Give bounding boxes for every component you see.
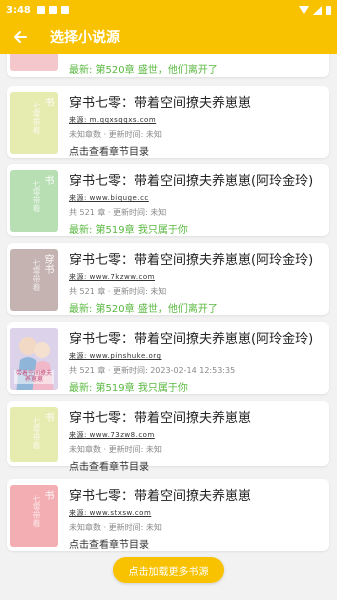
source-list[interactable]: 最新: 第520章 盛世，他们离开了 书七零带着 穿书七零：带着空间撩夫养崽崽 来源… bbox=[0, 54, 337, 600]
book-title: 穿书七零：带着空间撩夫养崽崽 bbox=[69, 411, 252, 426]
book-info: 穿书七零：带着空间撩夫养崽崽来源: www.stxsw.com 未知章数 · 更新… bbox=[69, 485, 325, 551]
cover-label: 书 bbox=[42, 412, 53, 422]
list-item[interactable]: 最新: 第520章 盛世，他们离开了 bbox=[7, 54, 329, 77]
book-meta: 未知章数 · 更新时间: 未知 bbox=[69, 523, 162, 532]
book-info: 穿书七零：带着空间撩夫养崽崽(阿玲金玲) 来源: www.biquge.cc 共 5… bbox=[69, 170, 325, 236]
book-source: 来源: m.qqxsqqxs.com bbox=[69, 116, 157, 124]
cover-label: 书 bbox=[42, 490, 53, 500]
cover-sublabel: 七零带着 bbox=[32, 417, 41, 449]
notification-icon bbox=[60, 6, 69, 14]
list-item[interactable]: 书七零带着 穿书七零：带着空间撩夫养崽崽 来源: m.qqxsqqxs.com 未知章… bbox=[7, 86, 329, 158]
cover-sublabel: 七零带着 bbox=[32, 495, 41, 527]
book-cover: 书七零带着 bbox=[10, 92, 58, 154]
list-item[interactable]: 书七零带着 穿书七零：带着空间撩夫养崽崽 来源: www.73zw8.com 未知章数… bbox=[7, 401, 329, 473]
list-item[interactable]: 穿书 七零带着 穿书七零：带着空间撩夫养崽崽(阿玲金玲) 来源: www.7kzww.… bbox=[7, 243, 329, 315]
book-title: 穿书七零：带着空间撩夫养崽崽(阿玲金玲) bbox=[69, 253, 314, 268]
view-chapters-link: 点击查看章节目录 bbox=[69, 462, 149, 473]
book-title: 穿书七零：带着空间撩夫养崽崽 bbox=[69, 489, 252, 504]
status-bar: 3:48 bbox=[0, 0, 337, 20]
book-cover: 书七零带着 bbox=[10, 170, 58, 232]
notification-icon bbox=[36, 6, 45, 14]
latest-chapter: 最新: 第519章 我只属于你 bbox=[69, 383, 188, 394]
book-source: 来源: www.73zw8.com bbox=[69, 431, 155, 439]
latest-chapter: 最新: 第519章 我只属于你 bbox=[69, 225, 188, 236]
book-title: 穿书七零：带着空间撩夫养崽崽(阿玲金玲) bbox=[69, 332, 314, 347]
wifi-icon bbox=[299, 6, 309, 14]
app-bar: 选择小说源 bbox=[0, 20, 337, 54]
book-info: 穿书七零：带着空间撩夫养崽崽来源: m.qqxsqqxs.com 未知章数 · 更… bbox=[69, 92, 325, 158]
book-title: 穿书七零：带着空间撩夫养崽崽 bbox=[69, 96, 252, 111]
signal-icon bbox=[313, 5, 322, 15]
book-info: 穿书七零：带着空间撩夫养崽崽(阿玲金玲) 来源: www.7kzww.com 共 5… bbox=[69, 249, 325, 315]
book-cover: 书七零带着 bbox=[10, 407, 58, 462]
book-info: 穿书七零：带着空间撩夫养崽崽来源: www.73zw8.com 未知章数 · 更新… bbox=[69, 407, 325, 473]
cover-sublabel: 七零带着 bbox=[32, 102, 41, 134]
book-source: 来源: www.biquge.cc bbox=[69, 194, 149, 202]
page-title: 选择小说源 bbox=[50, 30, 120, 46]
book-meta: 共 521 章 · 更新时间: 未知 bbox=[69, 287, 167, 296]
latest-chapter: 最新: 第520章 盛世，他们离开了 bbox=[69, 65, 218, 76]
battery-icon bbox=[326, 5, 331, 15]
book-source: 来源: www.pinshuke.org bbox=[69, 352, 162, 360]
list-item[interactable]: 书七零带着 穿书七零：带着空间撩夫养崽崽(阿玲金玲) 来源: www.biquge.… bbox=[7, 164, 329, 236]
book-source: 来源: www.stxsw.com bbox=[69, 509, 152, 517]
book-cover bbox=[10, 54, 58, 71]
notification-icon bbox=[48, 6, 57, 14]
book-meta: 未知章数 · 更新时间: 未知 bbox=[69, 130, 162, 139]
book-meta: 共 521 章 · 更新时间: 未知 bbox=[69, 208, 167, 217]
list-item[interactable]: 带着空间撩夫养崽崽 穿书七零：带着空间撩夫养崽崽(阿玲金玲) 来源: www.pin… bbox=[7, 322, 329, 394]
cover-label: 书 bbox=[42, 175, 53, 185]
book-cover: 穿书 七零带着 bbox=[10, 249, 58, 311]
book-meta: 未知章数 · 更新时间: 未知 bbox=[69, 445, 162, 454]
cover-sublabel: 七零带着 bbox=[32, 259, 41, 291]
book-info: 穿书七零：带着空间撩夫养崽崽(阿玲金玲) 来源: www.pinshuke.org… bbox=[69, 328, 325, 394]
cover-label: 穿书 bbox=[42, 254, 53, 274]
view-chapters-link: 点击查看章节目录 bbox=[69, 540, 149, 551]
status-time: 3:48 bbox=[6, 4, 31, 16]
load-more-sources-button[interactable]: 点击加载更多书源 bbox=[113, 557, 224, 583]
cover-label: 书 bbox=[42, 97, 53, 107]
back-arrow-icon[interactable] bbox=[0, 20, 40, 54]
book-title: 穿书七零：带着空间撩夫养崽崽(阿玲金玲) bbox=[69, 174, 314, 189]
list-item[interactable]: 书七零带着 穿书七零：带着空间撩夫养崽崽 来源: www.stxsw.com 未知章数… bbox=[7, 479, 329, 551]
latest-chapter: 最新: 第520章 盛世，他们离开了 bbox=[69, 304, 218, 315]
cover-sublabel: 七零带着 bbox=[32, 180, 41, 212]
cover-title-art: 带着空间撩夫养崽崽 bbox=[15, 370, 52, 383]
book-meta: 共 521 章 · 更新时间: 2023-02-14 12:53:35 bbox=[69, 366, 236, 375]
view-chapters-link: 点击查看章节目录 bbox=[69, 147, 149, 158]
book-cover: 带着空间撩夫养崽崽 bbox=[10, 328, 58, 390]
book-source: 来源: www.7kzww.com bbox=[69, 273, 156, 281]
book-cover: 书七零带着 bbox=[10, 485, 58, 547]
